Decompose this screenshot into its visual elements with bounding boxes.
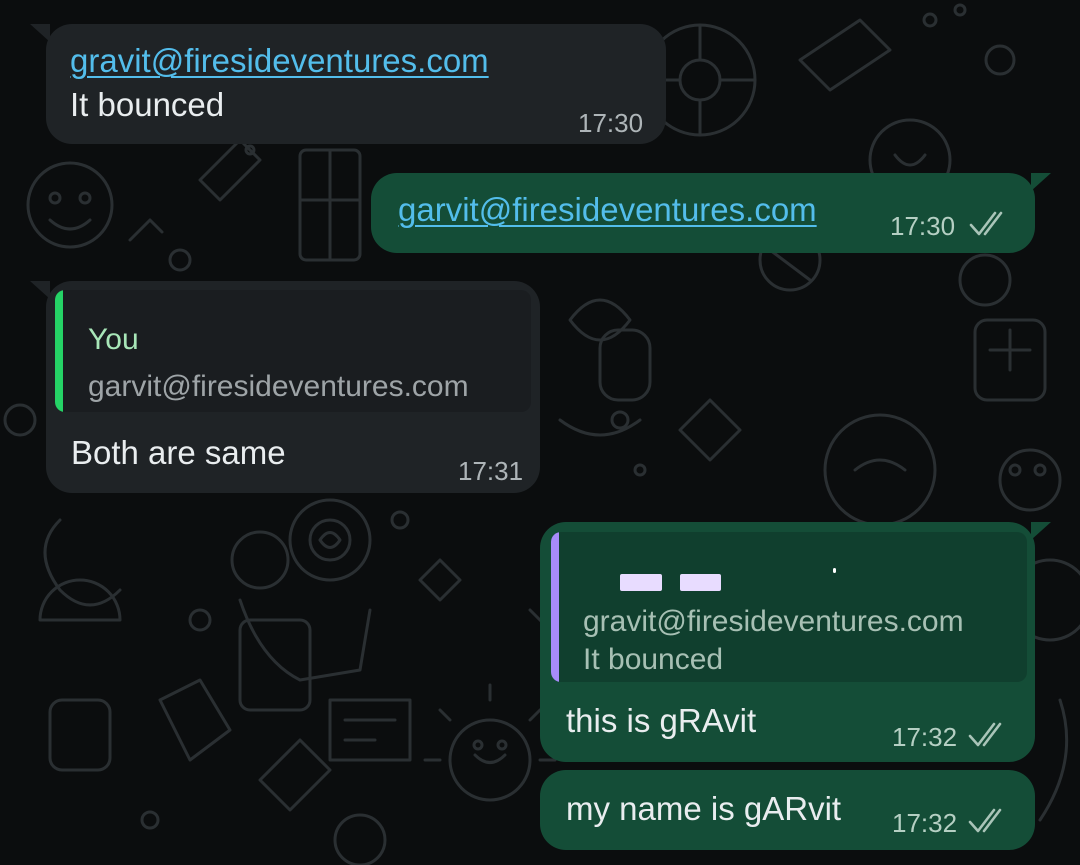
message-timestamp: 17:31 [458, 456, 524, 486]
message-text: my name is gARvit [566, 790, 842, 827]
message-text: Both are same [71, 434, 286, 471]
quote-text: garvit@firesideventures.com [88, 370, 469, 403]
message-timestamp: 17:30 [578, 108, 644, 138]
message-bubble-outgoing[interactable]: my name is gARvit 17:32 [540, 770, 1035, 850]
message-bubble-incoming[interactable]: You garvit@firesideventures.com Both are… [30, 281, 540, 493]
double-check-icon [969, 211, 1003, 236]
message-bubble-incoming[interactable]: gravit@firesideventures.com It bounced 1… [30, 24, 666, 144]
message-bubble-outgoing[interactable]: garvit@firesideventures.com 17:30 [371, 173, 1051, 253]
message-timestamp: 17:32 [892, 722, 958, 752]
quote-text: gravit@firesideventures.com [583, 605, 964, 638]
double-check-icon [968, 808, 1002, 833]
quoted-message[interactable]: You garvit@firesideventures.com [55, 290, 531, 412]
quote-author: You [88, 323, 139, 356]
message-timestamp: 17:30 [890, 211, 956, 241]
quote-accent-bar [55, 290, 63, 412]
quote-accent-bar [551, 532, 559, 682]
redacted-author [680, 574, 721, 591]
message-text: It bounced [70, 86, 225, 123]
email-link[interactable]: gravit@firesideventures.com [70, 42, 489, 80]
quote-text: It bounced [583, 643, 724, 676]
message-timestamp: 17:32 [892, 808, 958, 838]
quoted-message[interactable]: gravit@firesideventures.com It bounced [551, 532, 1027, 682]
redacted-author [833, 568, 836, 573]
message-bubble-outgoing[interactable]: gravit@firesideventures.com It bounced t… [540, 522, 1051, 762]
message-text: this is gRAvit [566, 702, 757, 739]
redacted-author [620, 574, 662, 591]
double-check-icon [968, 722, 1002, 747]
email-link[interactable]: garvit@firesideventures.com [398, 191, 817, 229]
